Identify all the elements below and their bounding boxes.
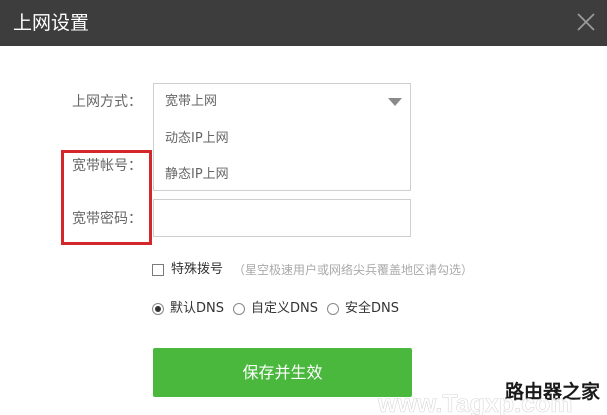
option-label: 静态IP上网 — [165, 167, 229, 182]
special-dial-hint: （星空极速用户或网络尖兵覆盖地区请勾选） — [233, 263, 474, 277]
dns-radio-default[interactable] — [152, 303, 164, 315]
option-label: 动态IP上网 — [165, 131, 229, 146]
password-input[interactable] — [153, 199, 411, 237]
chevron-down-icon — [388, 98, 402, 106]
save-button-label: 保存并生效 — [242, 363, 323, 382]
connection-type-selected-value: 宽带上网 — [165, 94, 218, 109]
dialog-title: 上网设置 — [13, 12, 90, 34]
connection-type-label: 上网方式： — [72, 94, 142, 110]
dns-radio-secure[interactable] — [327, 303, 339, 315]
connection-type-select[interactable]: 宽带上网 动态IP上网 静态IP上网 — [153, 83, 411, 191]
connection-type-current[interactable]: 宽带上网 — [154, 84, 410, 120]
connection-option-dynamic-ip[interactable]: 动态IP上网 — [154, 122, 410, 156]
dns-custom-label: 自定义DNS — [251, 301, 318, 316]
dialog-titlebar: 上网设置 — [0, 0, 607, 46]
dns-secure-label: 安全DNS — [345, 301, 399, 316]
special-dial-checkbox[interactable] — [152, 264, 164, 276]
connection-option-static-ip[interactable]: 静态IP上网 — [154, 158, 410, 192]
annotation-highlight-box — [61, 150, 152, 245]
svg-text:路由器之家: 路由器之家 — [505, 380, 601, 403]
special-dial-label: 特殊拨号 — [171, 262, 224, 277]
dns-radio-custom[interactable] — [233, 303, 245, 315]
close-icon[interactable] — [572, 8, 600, 36]
dns-default-label: 默认DNS — [170, 301, 224, 316]
save-button[interactable]: 保存并生效 — [153, 348, 412, 397]
